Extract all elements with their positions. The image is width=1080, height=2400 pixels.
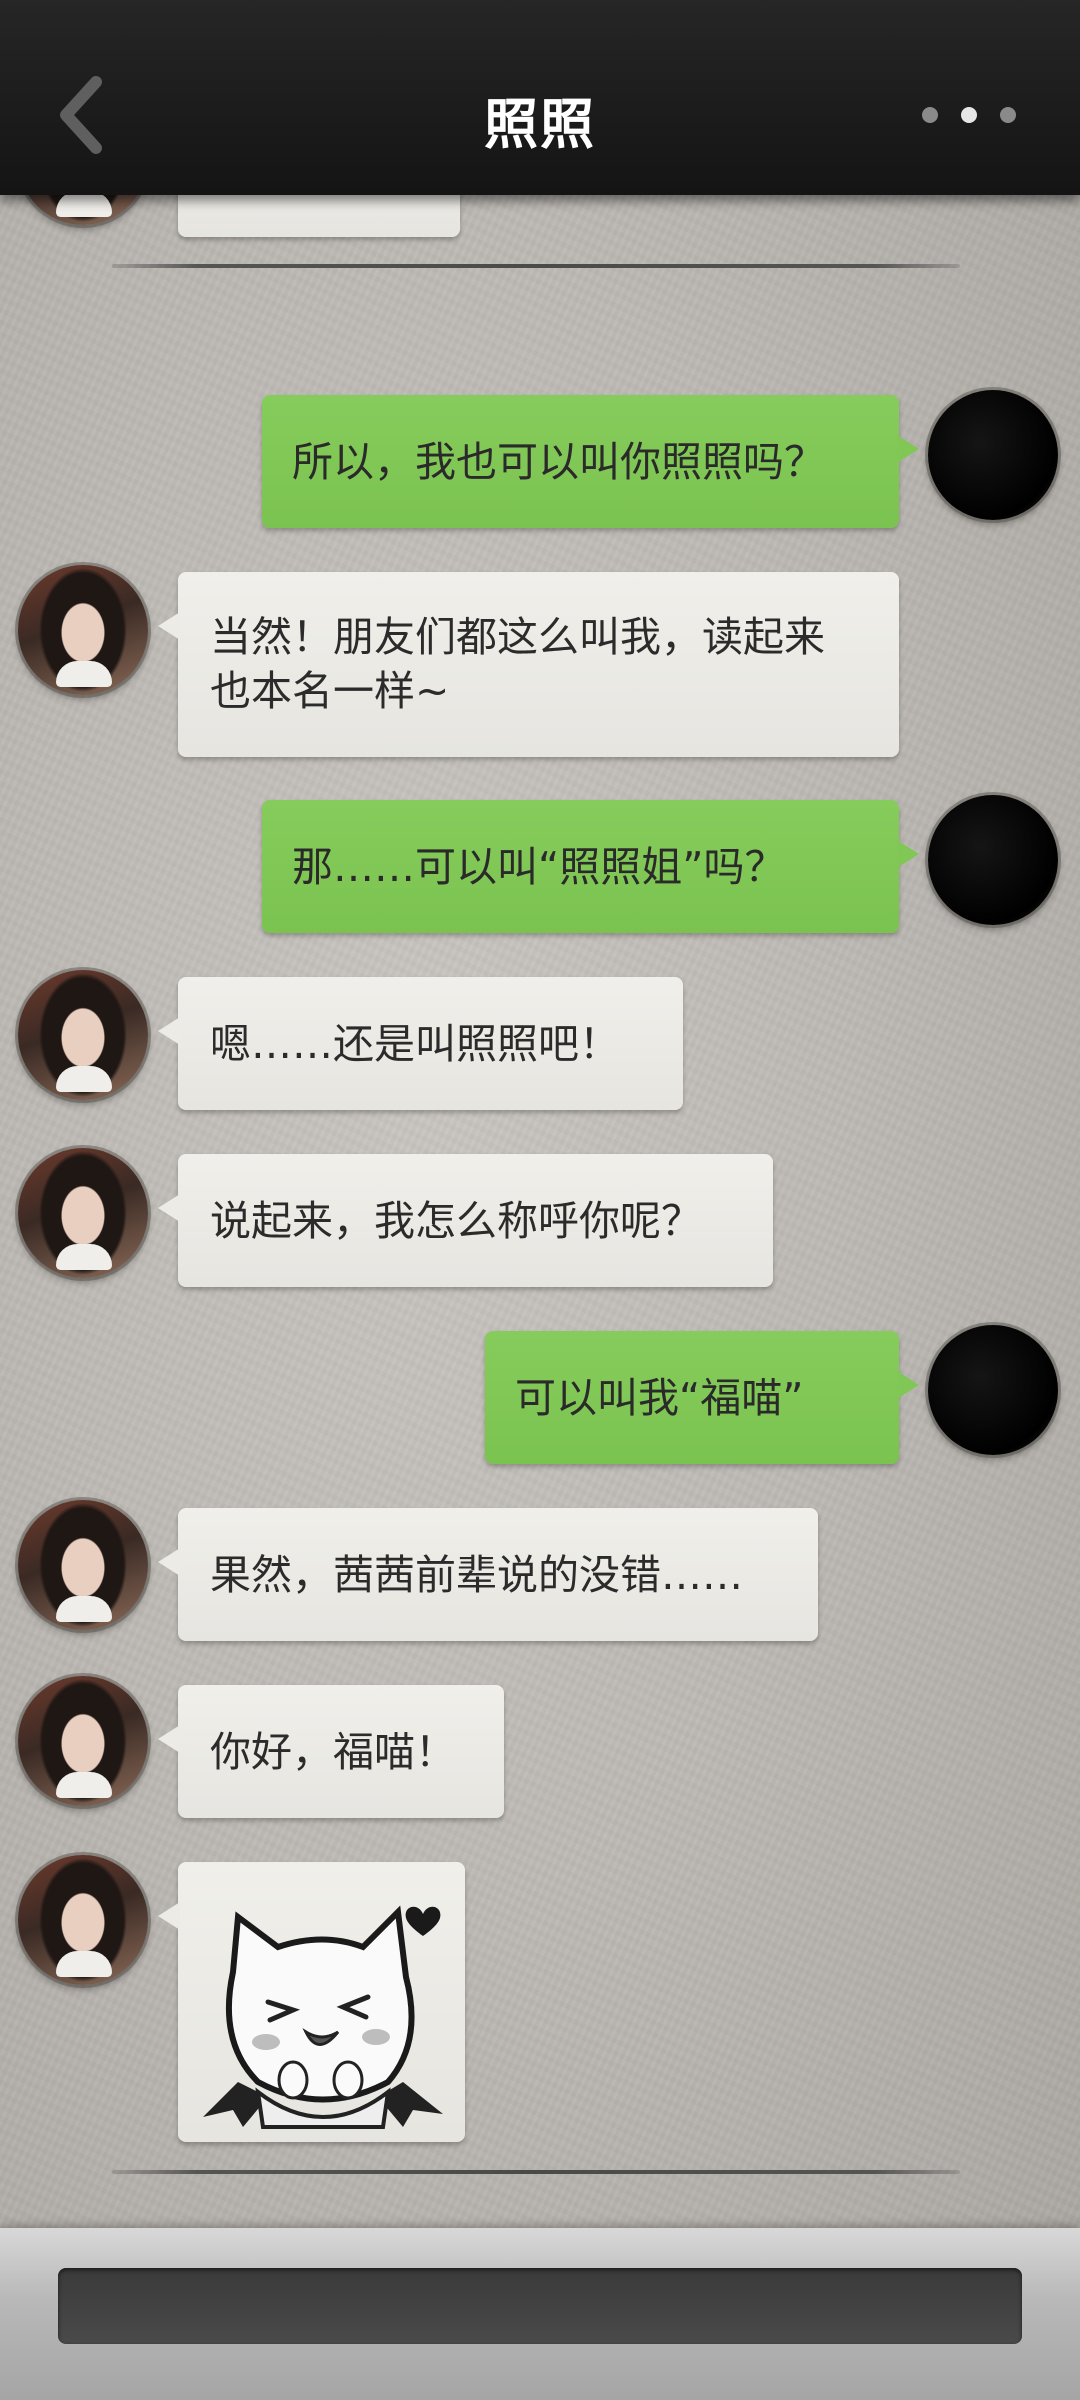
message-bubble-her: 说起来，我怎么称呼你呢？ [158, 1154, 773, 1287]
avatar[interactable] [18, 565, 148, 695]
message-bubble-me: 那……可以叫“照照姐”吗？ [262, 800, 919, 933]
avatar[interactable] [18, 1676, 148, 1806]
avatar[interactable] [928, 795, 1058, 925]
more-dots-icon [922, 107, 938, 123]
message-bubble-her: 你好，福喵！ [158, 1685, 504, 1818]
page-title: 照照 [484, 92, 596, 156]
divider [112, 264, 960, 268]
message-bubble-her: 当然！朋友们都这么叫我，读起来 也本名一样~ [158, 572, 899, 757]
more-options-button[interactable] [922, 100, 1032, 130]
message-bubble-me: 所以，我也可以叫你照照吗？ [262, 395, 919, 528]
avatar[interactable] [18, 1500, 148, 1630]
avatar[interactable] [18, 970, 148, 1100]
input-bar [0, 2228, 1080, 2400]
chat-header: 照照 [0, 0, 1080, 195]
avatar[interactable] [18, 1148, 148, 1278]
avatar[interactable] [928, 1325, 1058, 1455]
avatar[interactable] [18, 1855, 148, 1985]
message-bubble-her: 嗯……还是叫照照吧！ [158, 977, 683, 1110]
message-input[interactable] [58, 2268, 1022, 2344]
winking-bat-cat-sticker [203, 1905, 443, 2129]
message-bubble-her: 果然，茜茜前辈说的没错…… [158, 1508, 818, 1641]
sticker-bubble[interactable] [158, 1862, 465, 2142]
message-bubble-me: 可以叫我“福喵” [485, 1331, 919, 1464]
divider [112, 2170, 960, 2174]
avatar[interactable] [928, 390, 1058, 520]
